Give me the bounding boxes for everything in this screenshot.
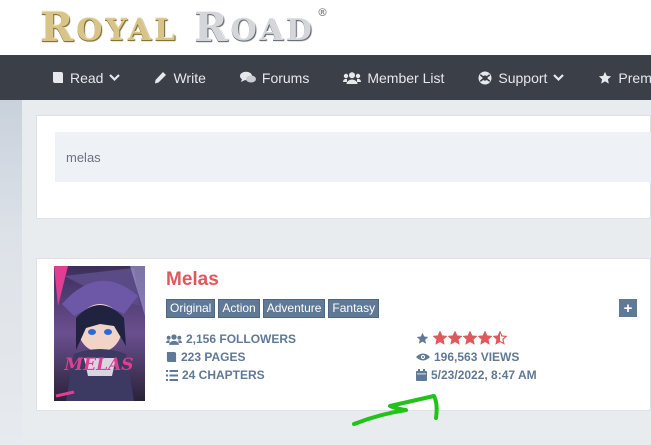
fiction-cover-image[interactable]: MELAS — [54, 266, 145, 401]
life-ring-icon — [478, 71, 492, 84]
nav-item-member-list[interactable]: Member List — [343, 70, 444, 86]
nav-label: Member List — [367, 69, 445, 86]
logo-text: OAD — [230, 13, 315, 48]
main-nav: Read Write Forums Member List Support Pr… — [0, 55, 651, 100]
rating-star-icon — [433, 331, 447, 345]
tag-action[interactable]: Action — [218, 299, 260, 318]
pages-stat: 223 PAGES — [166, 350, 245, 364]
nav-label: Premium — [618, 69, 651, 86]
users-icon — [343, 71, 362, 84]
tag-original[interactable]: Original — [166, 299, 216, 318]
background-decoration — [0, 100, 22, 445]
rating-star-icon — [463, 331, 477, 345]
cover-title-text: MELAS — [63, 355, 133, 375]
search-input[interactable] — [55, 132, 651, 182]
cover-artwork: MELAS — [54, 266, 145, 401]
last-updated: 5/23/2022, 8:47 AM — [431, 368, 537, 382]
nav-item-support[interactable]: Support — [478, 69, 565, 86]
rating-stat — [416, 331, 508, 345]
nav-item-premium[interactable]: Premium — [598, 70, 651, 86]
registered-mark: ® — [316, 6, 328, 19]
updated-stat: 5/23/2022, 8:47 AM — [416, 368, 537, 382]
tag-fantasy[interactable]: Fantasy — [328, 299, 380, 318]
chevron-down-icon — [553, 73, 565, 81]
logo-letter: R — [194, 4, 231, 51]
followers-count: 2,156 FOLLOWERS — [186, 332, 297, 346]
nav-item-read[interactable]: Read — [52, 69, 121, 86]
rating-star-icon — [448, 331, 462, 345]
chevron-down-icon — [109, 73, 121, 81]
fiction-title[interactable]: Melas — [166, 269, 219, 291]
nav-label: Write — [173, 69, 206, 86]
expand-button[interactable]: + — [619, 299, 637, 317]
nav-label: Read — [70, 69, 104, 86]
chapters-count: 24 CHAPTERS — [182, 368, 265, 382]
search-panel — [36, 115, 651, 219]
nav-label: Forums — [261, 69, 310, 86]
nav-label: Support — [498, 69, 548, 86]
logo-text: OYAL — [76, 13, 179, 48]
nav-item-write[interactable]: Write — [154, 69, 206, 86]
comments-icon — [239, 71, 256, 83]
views-count: 196,563 VIEWS — [434, 350, 520, 364]
star-icon — [416, 332, 429, 344]
rating-star-icon — [493, 331, 507, 345]
eye-icon — [416, 353, 430, 361]
list-icon — [166, 369, 178, 381]
followers-stat: 2,156 FOLLOWERS — [166, 332, 296, 346]
fiction-tags: Original Action Adventure Fantasy — [166, 299, 382, 318]
annotation-arrow — [352, 394, 439, 426]
views-stat: 196,563 VIEWS — [416, 350, 519, 364]
nav-item-forums[interactable]: Forums — [239, 69, 310, 86]
chapters-stat: 24 CHAPTERS — [166, 368, 265, 382]
calendar-icon — [416, 369, 427, 381]
pencil-icon — [155, 72, 167, 84]
tag-adventure[interactable]: Adventure — [262, 299, 326, 318]
site-header: R OYAL R OAD ® — [0, 0, 651, 55]
users-icon — [166, 333, 182, 345]
book-icon — [166, 351, 177, 363]
fiction-result-card: MELAS Melas Original Action Adventure Fa… — [36, 258, 651, 411]
rating-stars — [433, 331, 508, 345]
star-icon — [599, 71, 612, 84]
rating-star-icon — [478, 331, 492, 345]
pages-count: 223 PAGES — [181, 350, 246, 364]
logo-letter: R — [40, 4, 77, 51]
book-icon — [53, 72, 63, 83]
royal-road-logo[interactable]: R OYAL R OAD ® — [40, 4, 328, 48]
